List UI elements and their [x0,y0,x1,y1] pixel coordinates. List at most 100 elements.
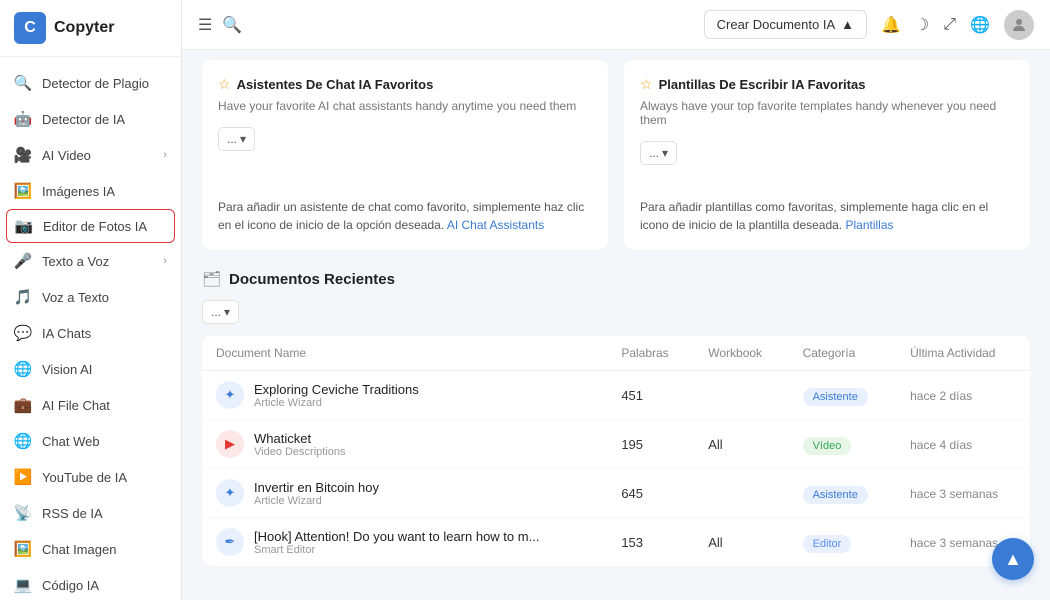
doc-name-cell-3: ✒ [Hook] Attention! Do you want to learn… [202,518,607,567]
sidebar-item-ia-chats[interactable]: 💬 IA Chats [0,315,181,351]
sidebar-nav: 🔍 Detector de Plagio 🤖 Detector de IA 🎥 … [0,57,181,600]
dots-label-2: ... [649,146,659,160]
ia-chats-icon: 💬 [14,324,32,342]
time-text-1: hace 4 días [910,438,972,452]
sidebar-label-vision-ai: Vision AI [42,362,92,377]
ai-video-icon: 🎥 [14,146,32,164]
card-subtitle: Have your favorite AI chat assistants ha… [218,99,592,113]
sidebar-item-codigo-ia[interactable]: 💻 Código IA [0,567,181,600]
logo-letter: C [24,19,36,37]
doc-palabras-2: 645 [607,469,694,518]
doc-palabras-0: 451 [607,371,694,420]
sidebar-label-rss-ia: RSS de IA [42,506,103,521]
doc-icon-1: ▶ [216,430,244,458]
sidebar-label-chat-web: Chat Web [42,434,100,449]
doc-subtitle-2: Article Wizard [254,495,379,507]
card-dots-button[interactable]: ... ▾ [218,127,255,151]
sidebar-label-detector-plagio: Detector de Plagio [42,76,149,91]
notifications-icon[interactable]: 🔔 [881,15,901,35]
doc-title-3[interactable]: [Hook] Attention! Do you want to learn h… [254,529,539,544]
card-subtitle-2: Always have your top favorite templates … [640,99,1014,127]
doc-subtitle-3: Smart Editor [254,544,539,556]
doc-categoria-2: Asistente [789,469,897,518]
docs-dots-button[interactable]: ... ▾ [202,300,239,324]
doc-categoria-1: Vídeo [789,420,897,469]
main-area: ☰ 🔍 Crear Documento IA ▲ 🔔 ☽ ⤢ 🌐 ☆ Asist… [182,0,1050,600]
docs-section-icon: 🗂 [202,270,221,288]
sidebar-item-voz-a-texto[interactable]: 🎵 Voz a Texto [0,279,181,315]
sidebar-item-ai-file-chat[interactable]: 💼 AI File Chat [0,387,181,423]
sidebar-item-youtube-ia[interactable]: ▶️ YouTube de IA [0,459,181,495]
sidebar-label-imagenes-ia: Imágenes IA [42,184,115,199]
table-row: ▶ Whaticket Video Descriptions 195 All V… [202,420,1030,469]
docs-toolbar: ... ▾ [202,300,1030,324]
sidebar-item-vision-ai[interactable]: 🌐 Vision AI [0,351,181,387]
logo-box: C [14,12,46,44]
sidebar-label-ai-video: AI Video [42,148,91,163]
sidebar-item-texto-a-voz[interactable]: 🎤 Texto a Voz › [0,243,181,279]
doc-title-1[interactable]: Whaticket [254,431,346,446]
arrow-icon: › [163,149,167,161]
menu-icon[interactable]: ☰ [198,15,212,35]
topbar-left: ☰ 🔍 [198,15,242,35]
fab-icon: ▲ [1004,549,1022,570]
chevron-down-icon-2: ▾ [662,146,668,160]
detector-ia-icon: 🤖 [14,110,32,128]
expand-icon[interactable]: ⤢ [943,16,956,34]
sidebar-item-chat-imagen[interactable]: 🖼️ Chat Imagen [0,531,181,567]
doc-title-2[interactable]: Invertir en Bitcoin hoy [254,480,379,495]
logo-area[interactable]: C Copyter [0,0,181,57]
sidebar-item-editor-fotos-ia[interactable]: 📷 Editor de Fotos IA [6,209,175,243]
doc-title-0[interactable]: Exploring Ceviche Traditions [254,382,419,397]
arrow-icon: › [163,255,167,267]
star-icon: ☆ [218,76,231,93]
card-bottom-text: Para añadir un asistente de chat como fa… [218,198,592,234]
plantillas-link[interactable]: Plantillas [846,218,894,232]
col-document-name: Document Name [202,336,607,371]
crear-documento-button[interactable]: Crear Documento IA ▲ [704,10,867,39]
doc-categoria-0: Asistente [789,371,897,420]
avatar[interactable] [1004,10,1034,40]
search-icon[interactable]: 🔍 [222,15,242,35]
sidebar-item-chat-web[interactable]: 🌐 Chat Web [0,423,181,459]
doc-subtitle-0: Article Wizard [254,397,419,409]
card-title-2: Plantillas De Escribir IA Favoritas [659,77,866,92]
cards-row: ☆ Asistentes De Chat IA Favoritos Have y… [202,60,1030,250]
card-dots-button-2[interactable]: ... ▾ [640,141,677,165]
section-header: 🗂 Documentos Recientes [202,270,1030,288]
templates-card: ☆ Plantillas De Escribir IA Favoritas Al… [624,60,1030,250]
col-categoria: Categoría [789,336,897,371]
sidebar-label-ai-file-chat: AI File Chat [42,398,110,413]
categoria-badge-0: Asistente [803,388,868,406]
doc-name-cell-0: ✦ Exploring Ceviche Traditions Article W… [202,371,607,420]
sidebar-label-codigo-ia: Código IA [42,578,99,593]
doc-icon-0: ✦ [216,381,244,409]
sidebar: C Copyter 🔍 Detector de Plagio 🤖 Detecto… [0,0,182,600]
language-icon[interactable]: 🌐 [970,15,990,35]
chevron-up-icon: ▲ [841,17,854,32]
documents-table: Document Name Palabras Workbook Categorí… [202,336,1030,566]
dark-mode-icon[interactable]: ☽ [915,15,929,35]
crear-doc-label: Crear Documento IA [717,17,836,32]
app-name: Copyter [54,19,114,37]
sidebar-label-youtube-ia: YouTube de IA [42,470,127,485]
fab-button[interactable]: ▲ [992,538,1034,580]
sidebar-item-ai-video[interactable]: 🎥 AI Video › [0,137,181,173]
sidebar-item-detector-ia[interactable]: 🤖 Detector de IA [0,101,181,137]
sidebar-item-rss-ia[interactable]: 📡 RSS de IA [0,495,181,531]
table-row: ✦ Invertir en Bitcoin hoy Article Wizard… [202,469,1030,518]
template-star-icon: ☆ [640,76,653,93]
categoria-badge-2: Asistente [803,486,868,504]
doc-actividad-2: hace 3 semanas [896,469,1030,518]
chat-assistants-link[interactable]: AI Chat Assistants [447,218,544,232]
card-bottom-text-2: Para añadir plantillas como favoritas, s… [640,198,1014,234]
doc-palabras-1: 195 [607,420,694,469]
doc-workbook-2 [694,469,788,518]
section-title: Documentos Recientes [229,271,395,288]
doc-workbook-1: All [694,420,788,469]
sidebar-item-imagenes-ia[interactable]: 🖼️ Imágenes IA [0,173,181,209]
rss-ia-icon: 📡 [14,504,32,522]
documents-table-wrap: Document Name Palabras Workbook Categorí… [202,336,1030,566]
doc-icon-3: ✒ [216,528,244,556]
sidebar-item-detector-plagio[interactable]: 🔍 Detector de Plagio [0,65,181,101]
